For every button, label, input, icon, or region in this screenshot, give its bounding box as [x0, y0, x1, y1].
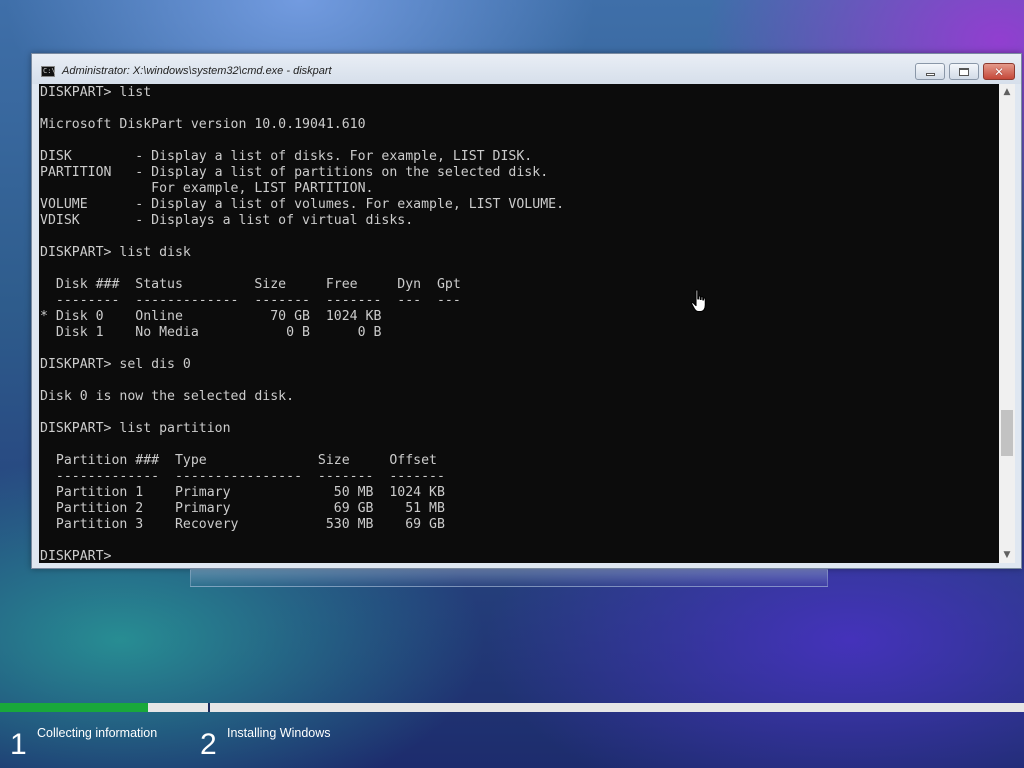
- setup-steps-footer: 1 Collecting information 2 Installing Wi…: [0, 712, 1024, 768]
- setup-window-behind: [190, 569, 828, 587]
- step-2-number: 2: [200, 728, 217, 761]
- window-title: Administrator: X:\windows\system32\cmd.e…: [62, 65, 332, 77]
- setup-progress-bar: [0, 703, 1024, 712]
- step-1-number: 1: [10, 728, 27, 761]
- step-2-label: Installing Windows: [227, 726, 331, 740]
- console-output[interactable]: DISKPART> list Microsoft DiskPart versio…: [39, 84, 999, 563]
- minimize-button[interactable]: [915, 63, 945, 80]
- title-bar[interactable]: C:\ Administrator: X:\windows\system32\c…: [32, 54, 1021, 84]
- cmd-window: C:\ Administrator: X:\windows\system32\c…: [31, 53, 1022, 569]
- step-1-label: Collecting information: [37, 726, 158, 740]
- scroll-thumb[interactable]: [1001, 410, 1013, 456]
- setup-progress-fill: [0, 703, 149, 712]
- console-text: DISKPART> list Microsoft DiskPart versio…: [40, 85, 565, 563]
- close-button[interactable]: ✕: [983, 63, 1015, 80]
- progress-step-divider: [208, 703, 210, 712]
- scroll-up-arrow-icon[interactable]: ▲: [999, 84, 1015, 100]
- vertical-scrollbar[interactable]: ▲ ▼: [999, 84, 1015, 563]
- close-icon: ✕: [993, 64, 1005, 79]
- maximize-button[interactable]: [949, 63, 979, 80]
- minimize-icon: [925, 72, 935, 76]
- maximize-icon: [959, 67, 969, 76]
- scroll-down-arrow-icon[interactable]: ▼: [999, 547, 1015, 563]
- hand-pointer-icon: [691, 289, 706, 313]
- cmd-app-icon: C:\: [41, 66, 56, 77]
